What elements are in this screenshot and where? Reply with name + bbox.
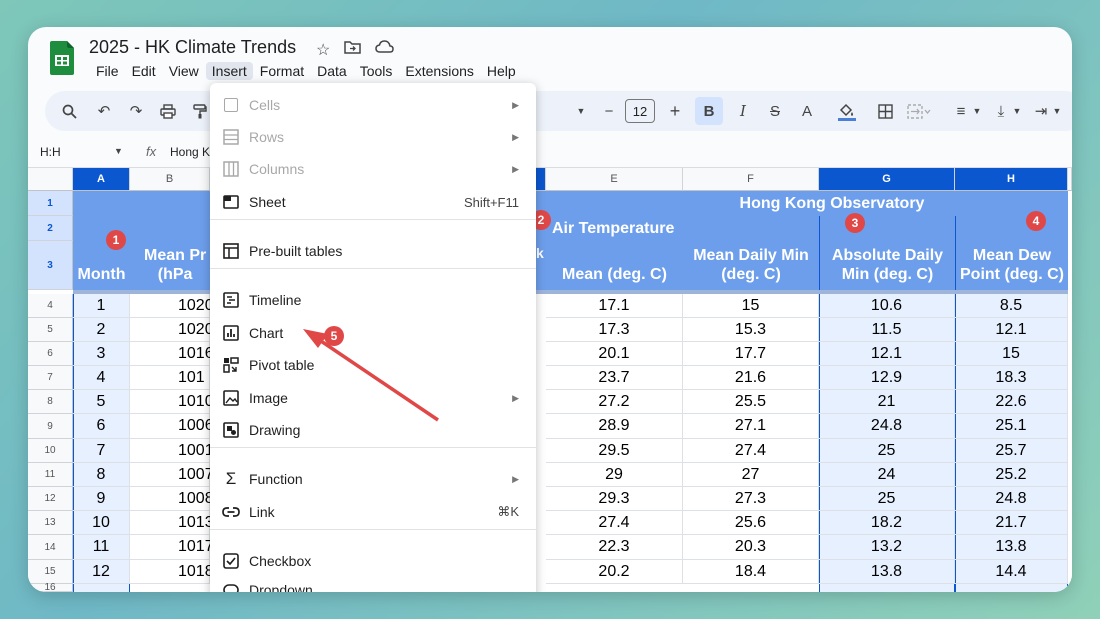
- sheets-window: 2025 - HK Climate Trends ☆ File Edit Vie…: [28, 27, 1072, 592]
- annotation-arrow-overlay: [303, 329, 439, 422]
- annotation-arrow-line: [314, 335, 439, 422]
- step-badge-5: 5: [324, 326, 344, 346]
